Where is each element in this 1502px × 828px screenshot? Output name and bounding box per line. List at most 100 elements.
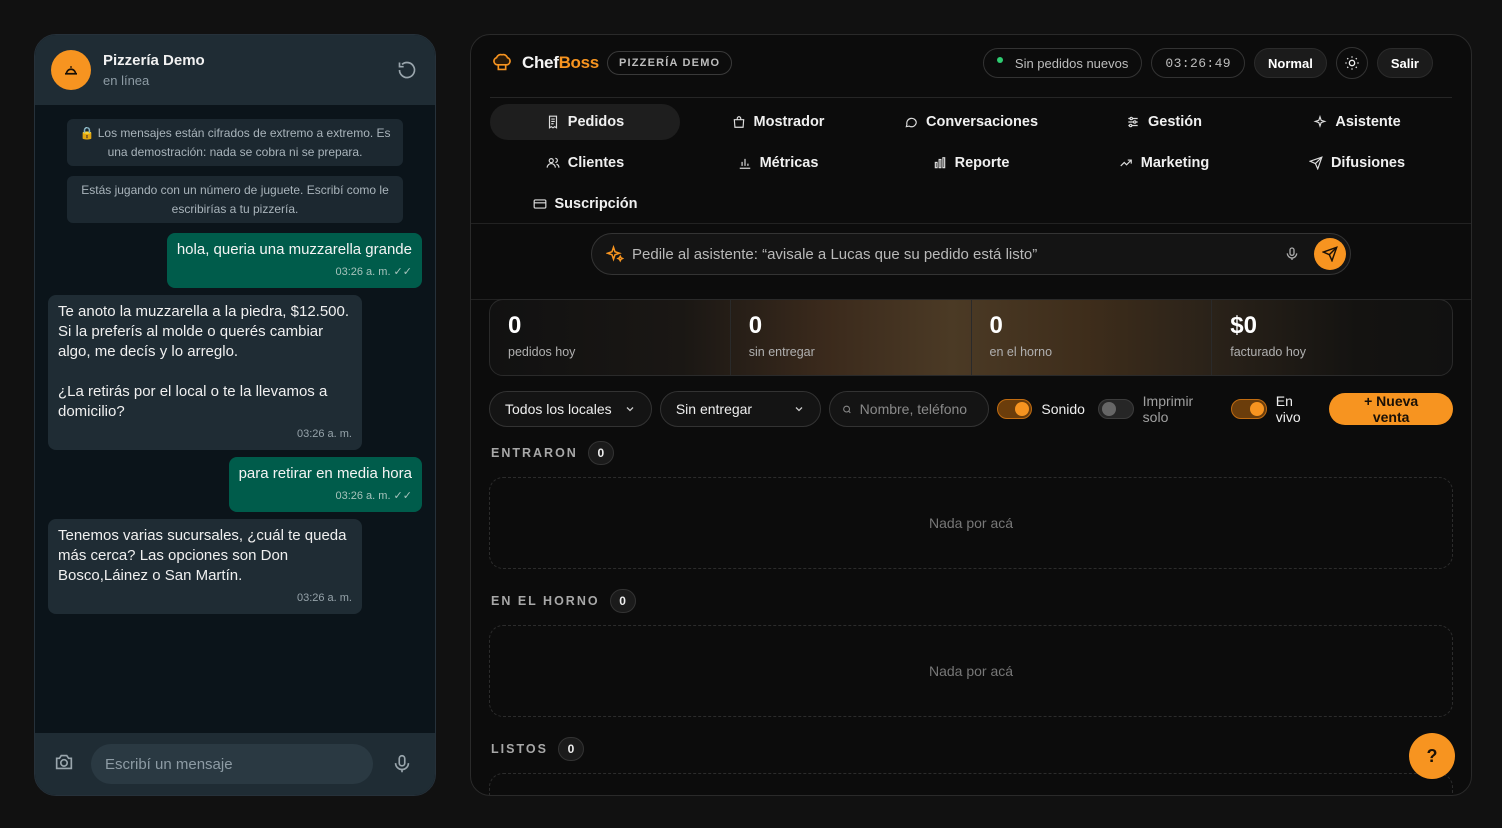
logout-button[interactable]: Salir <box>1376 48 1433 78</box>
top-bar: ChefBoss PIZZERÍA DEMO Sin pedidos nuevo… <box>471 35 1452 91</box>
message-outgoing: hola, queria una muzzarella grande 03:26… <box>166 233 422 288</box>
send-icon <box>1322 246 1338 262</box>
nav-label: Métricas <box>759 155 819 171</box>
microphone-icon[interactable] <box>1280 246 1304 262</box>
message-input[interactable] <box>91 744 373 784</box>
chat-header: Pizzería Demo en línea <box>35 35 435 105</box>
stat-card: 0 sin entregar <box>731 300 972 375</box>
location-select[interactable]: Todos los locales <box>489 391 652 427</box>
nav-item-pedidos[interactable]: Pedidos <box>490 104 680 140</box>
bar-chart-icon <box>739 158 750 169</box>
nav-item-reporte[interactable]: Reporte <box>876 145 1066 181</box>
avatar[interactable] <box>51 50 91 90</box>
nav-item-marketing[interactable]: Marketing <box>1069 145 1259 181</box>
chat-window: Pizzería Demo en línea 🔒 Los mensajes es… <box>34 34 436 796</box>
nav-item-difusiones[interactable]: Difusiones <box>1262 145 1452 181</box>
nav-item-conversaciones[interactable]: Conversaciones <box>876 104 1066 140</box>
report-chart-icon <box>934 157 945 169</box>
nav-label: Mostrador <box>753 114 825 130</box>
users-icon <box>546 157 560 168</box>
order-status-text: Sin pedidos nuevos <box>1014 55 1129 71</box>
auto-print-toggle[interactable] <box>1097 399 1134 419</box>
nav-label: Gestión <box>1148 114 1202 130</box>
message-text: hola, queria una muzzarella grande <box>176 241 412 258</box>
encryption-notice: 🔒 Los mensajes están cifrados de extremo… <box>67 119 403 166</box>
nav-label: Asistente <box>1335 114 1401 130</box>
microphone-icon[interactable] <box>391 753 413 775</box>
section-count: 0 <box>557 737 584 761</box>
assistant-input[interactable] <box>632 245 1280 263</box>
new-sale-button[interactable]: + Nueva venta <box>1329 393 1454 425</box>
sparkle-icon <box>1313 115 1327 128</box>
trend-up-icon <box>1120 159 1132 167</box>
section-en-el-horno: EN EL HORNO 0 Nada por acá <box>489 589 1453 717</box>
nav-label: Difusiones <box>1330 155 1406 171</box>
section-title: LISTOS <box>491 742 548 756</box>
nav-label: Marketing <box>1140 155 1210 171</box>
section-count: 0 <box>609 589 636 613</box>
stat-value: 0 <box>508 312 522 339</box>
sun-icon <box>1345 56 1359 70</box>
clock: 03:26:49 <box>1151 48 1246 78</box>
nav-label: Clientes <box>567 155 625 171</box>
stat-value: $0 <box>1230 312 1257 339</box>
stat-label: pedidos hoy <box>508 345 576 359</box>
stat-label: sin entregar <box>748 345 815 359</box>
dashboard-panel: ChefBoss PIZZERÍA DEMO Sin pedidos nuevo… <box>470 34 1472 796</box>
chat-contact-name: Pizzería Demo <box>103 52 205 69</box>
help-button[interactable]: ? <box>1409 733 1455 779</box>
camera-icon[interactable] <box>53 751 75 778</box>
nav-item-suscripcion[interactable]: Suscripción <box>490 186 680 222</box>
message-text: Tenemos varias sucursales, ¿cuál te qued… <box>58 527 347 584</box>
nav-label: Pedidos <box>567 114 625 130</box>
nav-label: Suscripción <box>554 196 638 212</box>
message-time: 03:26 a. m. ✓✓ <box>335 266 412 278</box>
chat-composer <box>35 733 435 795</box>
empty-text: Nada por acá <box>928 515 1014 531</box>
nav-item-metricas[interactable]: Métricas <box>683 145 873 181</box>
nav-item-mostrador[interactable]: Mostrador <box>683 104 873 140</box>
message-outgoing: para retirar en media hora 03:26 a. m. ✓… <box>228 457 422 512</box>
theme-toggle[interactable] <box>1335 47 1368 79</box>
auto-print-label: Imprimir solo <box>1142 393 1194 425</box>
state-select-value: Sin entregar <box>675 401 753 417</box>
nav-item-clientes[interactable]: Clientes <box>490 145 680 181</box>
status-dot-icon <box>996 57 1003 63</box>
nav-item-asistente[interactable]: Asistente <box>1262 104 1452 140</box>
nav-label: Conversaciones <box>925 114 1039 130</box>
section-entraron: ENTRARON 0 Nada por acá <box>489 441 1453 569</box>
empty-text: Nada por acá <box>928 663 1014 679</box>
empty-dropzone: Nada por acá <box>489 477 1453 569</box>
stat-card: 0 en el horno <box>972 300 1213 375</box>
chevron-down-icon <box>626 407 634 412</box>
refresh-icon[interactable] <box>395 58 419 82</box>
mode-button[interactable]: Normal <box>1254 48 1327 78</box>
state-select[interactable]: Sin entregar <box>659 391 821 427</box>
chat-bubble-icon <box>905 117 917 128</box>
message-text: para retirar en media hora <box>238 465 412 482</box>
main-nav: Pedidos Mostrador Conversaciones Gestión… <box>490 97 1452 222</box>
nav-item-gestion[interactable]: Gestión <box>1069 104 1259 140</box>
stats-banner: 0 pedidos hoy 0 sin entregar 0 en el hor… <box>489 299 1453 376</box>
demo-notice: Estás jugando con un número de juguete. … <box>67 176 403 223</box>
chevron-down-icon <box>795 407 803 412</box>
search-input[interactable] <box>859 401 976 417</box>
sound-toggle[interactable] <box>996 399 1033 419</box>
brand-logo[interactable]: ChefBoss <box>522 53 599 73</box>
bag-icon <box>733 116 744 128</box>
brand-part-2: Boss <box>558 53 600 72</box>
message-incoming: Te anoto la muzzarella a la piedra, $12.… <box>48 295 362 450</box>
send-icon <box>1308 156 1323 170</box>
location-select-value: Todos los locales <box>505 401 612 417</box>
search-field[interactable] <box>828 391 989 427</box>
section-listos: LISTOS 0 <box>489 737 1453 795</box>
sliders-icon <box>1128 116 1138 128</box>
send-button[interactable] <box>1314 238 1346 270</box>
live-toggle[interactable] <box>1231 399 1267 419</box>
assistant-bar-area <box>471 223 1471 300</box>
stat-card: 0 pedidos hoy <box>490 300 731 375</box>
cloche-icon <box>65 66 77 75</box>
card-icon <box>533 199 546 209</box>
message-time: 03:26 a. m. <box>296 592 352 604</box>
stat-label: facturado hoy <box>1230 345 1306 359</box>
